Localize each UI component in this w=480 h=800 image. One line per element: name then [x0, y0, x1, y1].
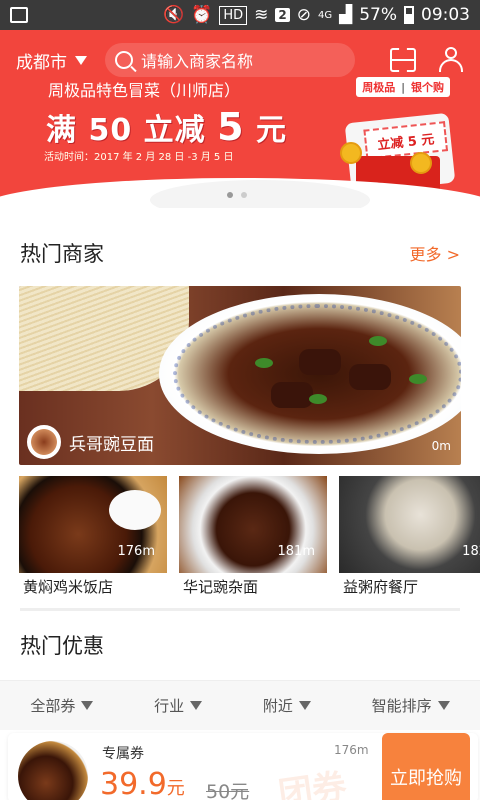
section-title: 热门优惠	[20, 634, 104, 658]
promo-middle: 立减	[143, 113, 206, 148]
search-input[interactable]: 请输入商家名称	[105, 43, 355, 77]
grab-deal-button[interactable]: 立即抢购	[382, 733, 470, 800]
merchant-name: 益粥府餐厅	[343, 578, 419, 596]
promo-suffix: 元	[256, 113, 288, 148]
merchant-thumbnails: 176m 黄焖鸡米饭店 181m 华记豌杂面 182 益粥府餐厅	[19, 476, 480, 596]
rice-bowl	[109, 490, 161, 530]
beef-piece	[299, 349, 341, 375]
wifi-icon: ≋	[254, 5, 269, 25]
more-link[interactable]: 更多 >	[410, 241, 461, 265]
alarm-icon: ⏰	[191, 5, 213, 25]
merchant-card[interactable]: 181m 华记豌杂面	[179, 476, 327, 596]
promo-banner[interactable]: 成都市 请输入商家名称 周极品特色冒菜（川师店） 周极品 | 银个购 满 50 …	[0, 30, 480, 208]
featured-merchant-name: 兵哥豌豆面	[69, 434, 154, 455]
deal-type: 专属券	[102, 746, 144, 762]
merchant-card[interactable]: 182 益粥府餐厅	[339, 476, 480, 596]
deal-card[interactable]: 专属券 176m 39.9元 50元 团券 立即抢购	[8, 733, 478, 800]
deal-watermark: 团券	[276, 766, 349, 800]
mute-icon: 🔇	[163, 5, 185, 25]
filter-industry[interactable]: 行业	[154, 695, 203, 716]
city-selector[interactable]: 成都市	[16, 48, 87, 73]
avatar	[27, 425, 61, 459]
promo-amount: 50	[88, 113, 133, 148]
user-icon[interactable]	[438, 47, 464, 73]
featured-merchant-distance: 0m	[431, 439, 451, 453]
filter-label: 行业	[154, 697, 185, 715]
carousel-dot-active	[227, 192, 233, 198]
merchant-distance: 182	[462, 544, 480, 559]
scan-icon[interactable]	[390, 48, 416, 72]
greens	[369, 336, 387, 346]
merchant-distance: 176m	[117, 544, 155, 559]
merchant-card[interactable]: 176m 黄焖鸡米饭店	[19, 476, 167, 596]
coin-icon	[410, 152, 432, 174]
featured-merchant-label: 兵哥豌豆面	[27, 425, 154, 459]
chevron-down-icon	[75, 55, 87, 65]
clock: 09:03	[421, 5, 470, 25]
coupon-label: 立减 5 元	[363, 121, 449, 160]
coin-icon	[340, 142, 362, 164]
hd-badge: HD	[219, 5, 248, 25]
chevron-down-icon	[81, 701, 94, 710]
merchant-name: 华记豌杂面	[183, 578, 259, 596]
gallery-icon	[10, 7, 28, 23]
status-bar: 🔇 ⏰ HD ≋ 2 ⊘ 4G ▟ 57% 09:03	[0, 0, 480, 30]
top-nav: 成都市 请输入商家名称	[0, 42, 480, 78]
deal-old-price: 50元	[206, 781, 250, 800]
section-title: 热门商家	[20, 242, 104, 266]
main-content: 热门商家 更多 > 兵哥豌豆面 0m 176m 黄焖鸡米饭店 181m 华记豌杂…	[0, 208, 480, 800]
chevron-down-icon	[437, 701, 450, 710]
filter-nearby[interactable]: 附近	[263, 695, 311, 716]
promo-headline: 满 50 立减 5 元	[46, 105, 287, 149]
city-label: 成都市	[16, 52, 67, 73]
filter-label: 全部券	[30, 697, 76, 715]
chevron-down-icon	[298, 701, 311, 710]
sim-badge: 2	[275, 8, 290, 22]
merchant-image: 176m	[19, 476, 167, 573]
network-label: 4G	[318, 9, 333, 21]
merchant-image: 181m	[179, 476, 327, 573]
greens	[255, 358, 273, 368]
deal-price-value: 39.9	[100, 767, 167, 800]
search-icon	[115, 51, 133, 69]
filter-all-coupons[interactable]: 全部券	[30, 695, 94, 716]
filter-label: 智能排序	[371, 697, 432, 715]
dnd-icon: ⊘	[296, 5, 311, 25]
promo-discount: 5	[217, 105, 245, 149]
deal-price: 39.9元	[100, 767, 185, 800]
signal-icon: ▟	[339, 5, 353, 25]
greens	[409, 374, 427, 384]
battery-icon	[404, 6, 414, 24]
banner-shop-name: 周极品特色冒菜（川师店）	[48, 81, 241, 100]
section-divider	[20, 608, 460, 611]
merchant-distance: 181m	[277, 544, 315, 559]
brand-logo: 周极品 | 银个购	[356, 77, 450, 97]
search-placeholder: 请输入商家名称	[141, 52, 254, 71]
greens	[309, 394, 327, 404]
hot-deals-header: 热门优惠	[20, 630, 460, 660]
brand-2: 银个购	[411, 81, 444, 94]
filter-label: 附近	[262, 697, 293, 715]
chevron-down-icon	[190, 701, 203, 710]
carousel-dot	[241, 192, 247, 198]
hot-merchants-header: 热门商家 更多 >	[20, 238, 460, 268]
deal-image	[18, 741, 88, 800]
beef-piece	[349, 364, 391, 390]
merchant-image: 182	[339, 476, 480, 573]
deal-distance: 176m	[334, 743, 369, 757]
noodle-bowl-image	[159, 294, 461, 454]
brand-1: 周极品	[362, 81, 396, 94]
featured-merchant-card[interactable]: 兵哥豌豆面 0m	[19, 286, 461, 465]
battery-percent: 57%	[359, 5, 397, 25]
promo-prefix: 满	[46, 113, 77, 148]
promo-dates: 活动时间：2017 年 2 月 28 日 -3 月 5 日	[44, 152, 234, 163]
carousel-indicator	[227, 192, 247, 198]
deal-filter-bar: 全部券 行业 附近 智能排序	[0, 680, 480, 730]
filter-smart-sort[interactable]: 智能排序	[372, 695, 450, 716]
merchant-name: 黄焖鸡米饭店	[23, 578, 114, 596]
beef-piece	[271, 382, 313, 408]
deal-price-unit: 元	[166, 778, 185, 799]
